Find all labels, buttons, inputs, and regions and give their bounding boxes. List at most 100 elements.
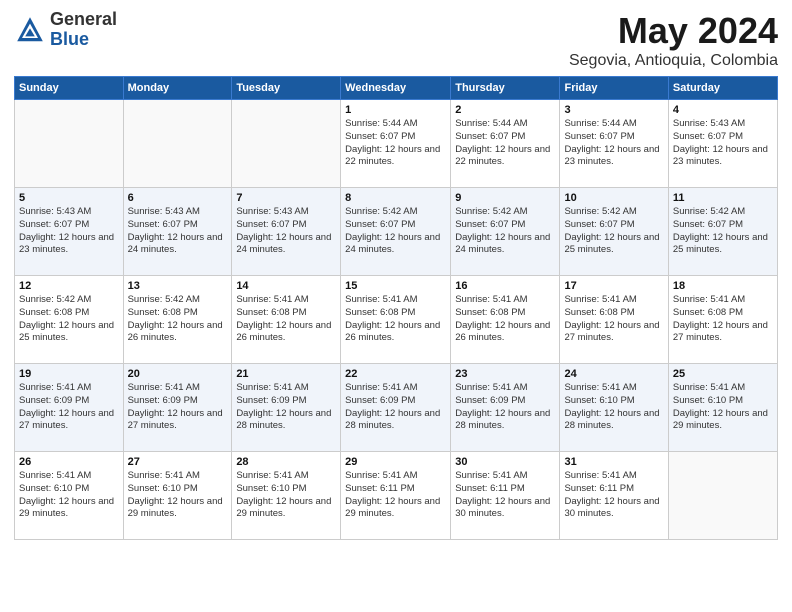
calendar-cell: 26 Sunrise: 5:41 AM Sunset: 6:10 PM Dayli… xyxy=(15,452,124,540)
calendar-cell: 7 Sunrise: 5:43 AM Sunset: 6:07 PM Daylig… xyxy=(232,188,341,276)
day-number: 6 xyxy=(128,192,228,204)
day-number: 30 xyxy=(455,456,555,468)
calendar-cell: 21Sunrise: 5:41 AM Sunset: 6:09 PM Dayli… xyxy=(232,364,341,452)
calendar-cell: 29Sunrise: 5:41 AM Sunset: 6:11 PM Dayli… xyxy=(341,452,451,540)
calendar-cell: 16 Sunrise: 5:41 AM Sunset: 6:08 PM Dayli… xyxy=(451,276,560,364)
day-number: 31 xyxy=(564,456,663,468)
week-row-1: 1 Sunrise: 5:44 AM Sunset: 6:07 PM Daylig… xyxy=(15,100,778,188)
calendar-cell: 12 Sunrise: 5:42 AM Sunset: 6:08 PM Dayli… xyxy=(15,276,124,364)
day-number: 9 xyxy=(455,192,555,204)
col-thursday: Thursday xyxy=(451,77,560,100)
logo-text: General Blue xyxy=(50,10,117,50)
day-number: 15 xyxy=(345,280,446,292)
day-info: Sunrise: 5:41 AM Sunset: 6:09 PM Dayligh… xyxy=(455,382,555,433)
day-info: Sunrise: 5:42 AM Sunset: 6:08 PM Dayligh… xyxy=(19,294,119,345)
calendar-cell: 27Sunrise: 5:41 AM Sunset: 6:10 PM Dayli… xyxy=(123,452,232,540)
day-number: 20 xyxy=(128,368,228,380)
day-info: Sunrise: 5:41 AM Sunset: 6:08 PM Dayligh… xyxy=(236,294,336,345)
day-info: Sunrise: 5:41 AM Sunset: 6:08 PM Dayligh… xyxy=(345,294,446,345)
day-info: Sunrise: 5:41 AM Sunset: 6:09 PM Dayligh… xyxy=(236,382,336,433)
day-number: 28 xyxy=(236,456,336,468)
day-number: 26 xyxy=(19,456,119,468)
calendar-cell xyxy=(15,100,124,188)
calendar-cell: 20 Sunrise: 5:41 AM Sunset: 6:09 PM Dayli… xyxy=(123,364,232,452)
page-container: General Blue May 2024 Segovia, Antioquia… xyxy=(0,0,792,550)
day-info: Sunrise: 5:41 AM Sunset: 6:11 PM Dayligh… xyxy=(455,470,555,521)
header: General Blue May 2024 Segovia, Antioquia… xyxy=(14,10,778,70)
calendar-cell: 8 Sunrise: 5:42 AM Sunset: 6:07 PM Daylig… xyxy=(341,188,451,276)
calendar-cell: 24 Sunrise: 5:41 AM Sunset: 6:10 PM Dayli… xyxy=(560,364,668,452)
day-info: Sunrise: 5:44 AM Sunset: 6:07 PM Dayligh… xyxy=(564,118,663,169)
day-info: Sunrise: 5:44 AM Sunset: 6:07 PM Dayligh… xyxy=(455,118,555,169)
day-info: Sunrise: 5:41 AM Sunset: 6:10 PM Dayligh… xyxy=(673,382,773,433)
week-row-3: 12 Sunrise: 5:42 AM Sunset: 6:08 PM Dayli… xyxy=(15,276,778,364)
day-info: Sunrise: 5:42 AM Sunset: 6:07 PM Dayligh… xyxy=(455,206,555,257)
calendar-cell xyxy=(668,452,777,540)
day-info: Sunrise: 5:42 AM Sunset: 6:07 PM Dayligh… xyxy=(673,206,773,257)
calendar-cell: 19Sunrise: 5:41 AM Sunset: 6:09 PM Dayli… xyxy=(15,364,124,452)
calendar-cell: 4Sunrise: 5:43 AM Sunset: 6:07 PM Daylig… xyxy=(668,100,777,188)
day-number: 8 xyxy=(345,192,446,204)
day-info: Sunrise: 5:41 AM Sunset: 6:08 PM Dayligh… xyxy=(564,294,663,345)
calendar-cell: 18Sunrise: 5:41 AM Sunset: 6:08 PM Dayli… xyxy=(668,276,777,364)
day-info: Sunrise: 5:42 AM Sunset: 6:07 PM Dayligh… xyxy=(345,206,446,257)
calendar-header: Sunday Monday Tuesday Wednesday Thursday… xyxy=(15,77,778,100)
col-saturday: Saturday xyxy=(668,77,777,100)
day-info: Sunrise: 5:41 AM Sunset: 6:10 PM Dayligh… xyxy=(19,470,119,521)
day-number: 7 xyxy=(236,192,336,204)
calendar-cell: 5Sunrise: 5:43 AM Sunset: 6:07 PM Daylig… xyxy=(15,188,124,276)
logo-icon xyxy=(14,14,46,46)
day-info: Sunrise: 5:42 AM Sunset: 6:07 PM Dayligh… xyxy=(564,206,663,257)
day-number: 12 xyxy=(19,280,119,292)
week-row-4: 19 Sunrise: 5:41 AM Sunset: 6:09 PM Dayli… xyxy=(15,364,778,452)
calendar-cell: 11 Sunrise: 5:42 AM Sunset: 6:07 PM Dayli… xyxy=(668,188,777,276)
day-number: 4 xyxy=(673,104,773,116)
logo: General Blue xyxy=(14,10,117,50)
col-sunday: Sunday xyxy=(15,77,124,100)
day-number: 2 xyxy=(455,104,555,116)
day-number: 1 xyxy=(345,104,446,116)
day-number: 29 xyxy=(345,456,446,468)
col-tuesday: Tuesday xyxy=(232,77,341,100)
calendar-cell: 6 Sunrise: 5:43 AM Sunset: 6:07 PM Daylig… xyxy=(123,188,232,276)
day-number: 3 xyxy=(564,104,663,116)
col-friday: Friday xyxy=(560,77,668,100)
day-info: Sunrise: 5:43 AM Sunset: 6:07 PM Dayligh… xyxy=(128,206,228,257)
header-row: Sunday Monday Tuesday Wednesday Thursday… xyxy=(15,77,778,100)
day-number: 27 xyxy=(128,456,228,468)
day-number: 22 xyxy=(345,368,446,380)
calendar-body: 1 Sunrise: 5:44 AM Sunset: 6:07 PM Daylig… xyxy=(15,100,778,540)
day-info: Sunrise: 5:43 AM Sunset: 6:07 PM Dayligh… xyxy=(236,206,336,257)
week-row-5: 26 Sunrise: 5:41 AM Sunset: 6:10 PM Dayli… xyxy=(15,452,778,540)
day-info: Sunrise: 5:41 AM Sunset: 6:10 PM Dayligh… xyxy=(564,382,663,433)
day-info: Sunrise: 5:41 AM Sunset: 6:08 PM Dayligh… xyxy=(455,294,555,345)
day-number: 10 xyxy=(564,192,663,204)
calendar-cell: 3 Sunrise: 5:44 AM Sunset: 6:07 PM Daylig… xyxy=(560,100,668,188)
calendar-table: Sunday Monday Tuesday Wednesday Thursday… xyxy=(14,76,778,540)
calendar-subtitle: Segovia, Antioquia, Colombia xyxy=(569,52,778,70)
calendar-cell: 9 Sunrise: 5:42 AM Sunset: 6:07 PM Daylig… xyxy=(451,188,560,276)
calendar-cell: 28 Sunrise: 5:41 AM Sunset: 6:10 PM Dayli… xyxy=(232,452,341,540)
day-info: Sunrise: 5:41 AM Sunset: 6:10 PM Dayligh… xyxy=(236,470,336,521)
calendar-cell: 2 Sunrise: 5:44 AM Sunset: 6:07 PM Daylig… xyxy=(451,100,560,188)
day-info: Sunrise: 5:43 AM Sunset: 6:07 PM Dayligh… xyxy=(19,206,119,257)
calendar-cell: 22 Sunrise: 5:41 AM Sunset: 6:09 PM Dayli… xyxy=(341,364,451,452)
logo-blue-text: Blue xyxy=(50,30,117,50)
week-row-2: 5Sunrise: 5:43 AM Sunset: 6:07 PM Daylig… xyxy=(15,188,778,276)
calendar-cell: 15 Sunrise: 5:41 AM Sunset: 6:08 PM Dayli… xyxy=(341,276,451,364)
day-number: 17 xyxy=(564,280,663,292)
day-number: 23 xyxy=(455,368,555,380)
day-info: Sunrise: 5:41 AM Sunset: 6:09 PM Dayligh… xyxy=(345,382,446,433)
day-number: 19 xyxy=(19,368,119,380)
calendar-cell: 14Sunrise: 5:41 AM Sunset: 6:08 PM Dayli… xyxy=(232,276,341,364)
calendar-cell xyxy=(232,100,341,188)
calendar-cell: 10 Sunrise: 5:42 AM Sunset: 6:07 PM Dayli… xyxy=(560,188,668,276)
day-info: Sunrise: 5:41 AM Sunset: 6:09 PM Dayligh… xyxy=(128,382,228,433)
day-number: 25 xyxy=(673,368,773,380)
col-wednesday: Wednesday xyxy=(341,77,451,100)
day-number: 24 xyxy=(564,368,663,380)
day-number: 11 xyxy=(673,192,773,204)
day-number: 16 xyxy=(455,280,555,292)
calendar-cell: 23 Sunrise: 5:41 AM Sunset: 6:09 PM Dayli… xyxy=(451,364,560,452)
day-number: 13 xyxy=(128,280,228,292)
